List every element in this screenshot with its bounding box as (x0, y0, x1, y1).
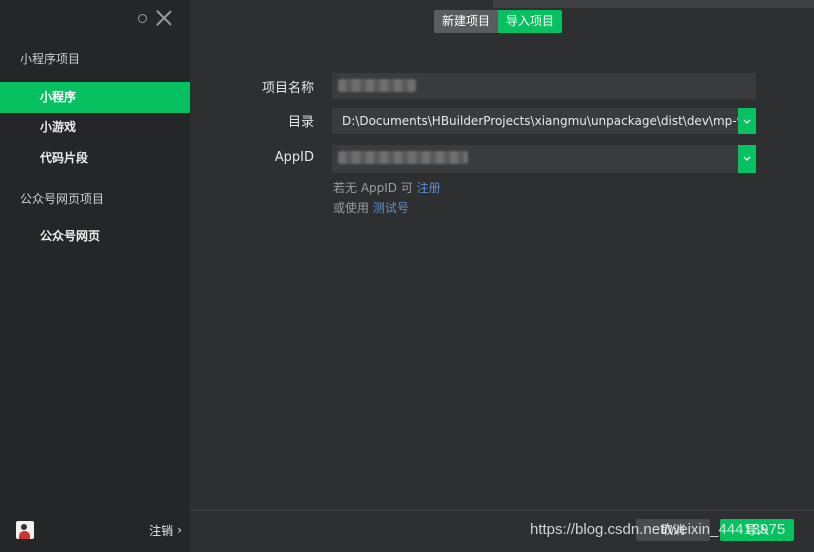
project-name-label: 项目名称 (261, 81, 314, 96)
redacted-value (338, 151, 468, 164)
hint-text: 或使用 (333, 201, 373, 215)
project-mode-toggle: 新建项目 导入项目 (434, 10, 563, 33)
test-account-link[interactable]: 测试号 (373, 201, 409, 215)
tab-import-project[interactable]: 导入项目 (498, 10, 563, 33)
chevron-down-icon[interactable] (738, 145, 756, 173)
chevron-right-icon: › (177, 523, 182, 537)
sidebar: 小程序项目 小程序 小游戏 代码片段 公众号网页项目 公众号网页 注销 › (0, 0, 190, 552)
window-controls (138, 8, 174, 28)
watermark: https://blog.csdn.net/weixin_44413975 (530, 521, 786, 538)
logout-label: 注销 (149, 523, 174, 538)
group-label-miniprogram: 小程序项目 (20, 52, 81, 66)
chevron-down-icon[interactable] (738, 108, 756, 134)
tab-new-project[interactable]: 新建项目 (434, 10, 499, 33)
project-name-field[interactable] (332, 73, 756, 99)
directory-label: 目录 (287, 115, 314, 130)
register-link[interactable]: 注册 (417, 181, 441, 195)
top-strip (493, 0, 814, 8)
logout-button[interactable]: 注销 › (149, 522, 182, 539)
appid-label: AppID (274, 150, 314, 165)
avatar[interactable] (16, 521, 34, 539)
sidebar-item-minigame[interactable]: 小游戏 (0, 112, 190, 143)
directory-value: D:\Documents\HBuilderProjects\xiangmu\un… (342, 114, 756, 128)
directory-field[interactable]: D:\Documents\HBuilderProjects\xiangmu\un… (332, 108, 756, 134)
sidebar-item-official-web[interactable]: 公众号网页 (0, 221, 190, 252)
redacted-value (338, 79, 416, 92)
sidebar-item-code-snippet[interactable]: 代码片段 (0, 143, 190, 174)
footer-divider (190, 510, 814, 511)
group-label-official-web: 公众号网页项目 (20, 192, 105, 206)
appid-hint: 若无 AppID 可 注册 (333, 179, 441, 196)
sidebar-item-miniprogram[interactable]: 小程序 (0, 82, 190, 113)
user-row: 注销 › (16, 521, 182, 539)
close-icon[interactable] (154, 8, 174, 28)
test-account-hint: 或使用 测试号 (333, 199, 409, 216)
hint-text: 若无 AppID 可 (333, 181, 417, 195)
appid-field[interactable] (332, 145, 756, 173)
minimize-circle-icon[interactable] (138, 13, 147, 23)
